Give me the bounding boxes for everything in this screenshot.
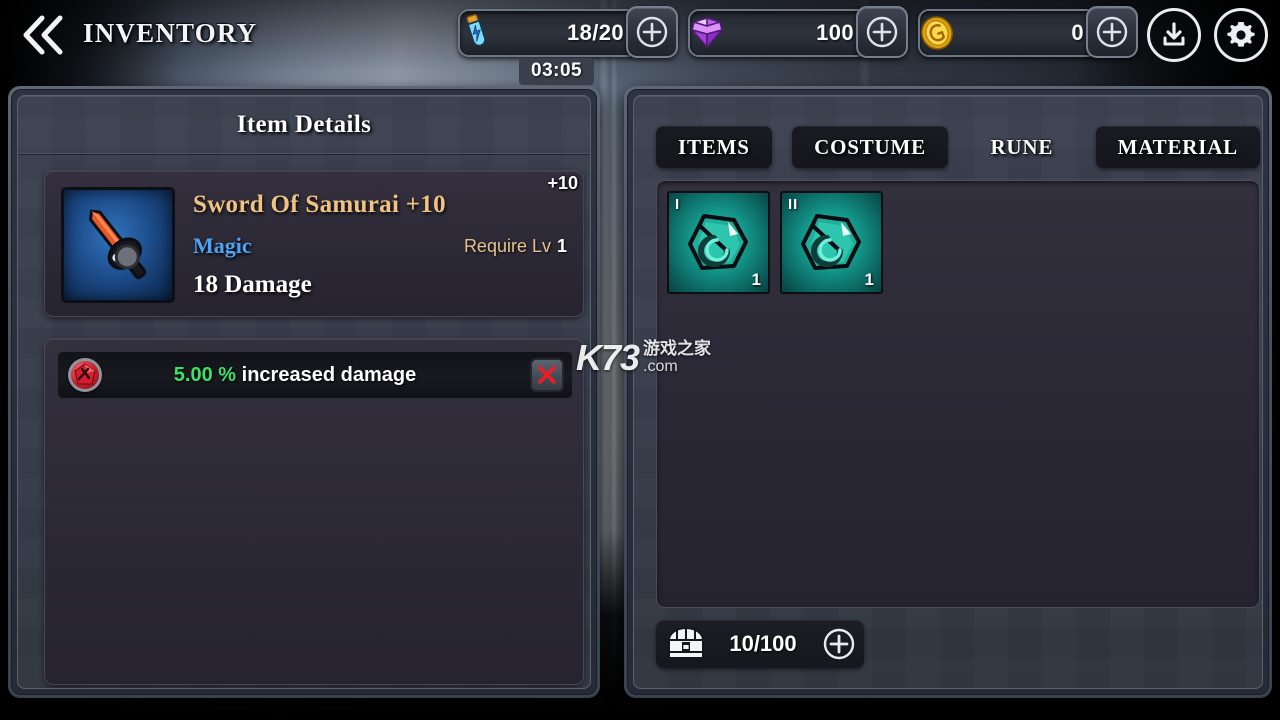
tab-rune-label: RUNE — [990, 134, 1054, 159]
tab-rune[interactable]: RUNE — [968, 126, 1075, 168]
inventory-slot[interactable]: II 1 — [780, 191, 883, 294]
inventory-slot-empty[interactable] — [1119, 417, 1222, 520]
gem-bar[interactable]: 100 — [688, 9, 868, 57]
item-rarity: Magic — [193, 233, 252, 258]
item-details-frame-mid: Item Details +10 Sword Of Samurai +10 Ma… — [11, 89, 597, 695]
gem-pill-inner: 100 — [690, 11, 866, 55]
storage-capacity-bar[interactable]: 10/100 — [656, 620, 864, 668]
tab-material[interactable]: MATERIAL — [1095, 126, 1260, 168]
inventory-frame-mid: ITEMS COSTUME RUNE MATERIAL I 1 II 1 10/… — [627, 89, 1269, 695]
storage-add-button[interactable] — [820, 625, 858, 663]
gold-add-button[interactable] — [1086, 6, 1138, 58]
item-icon — [61, 187, 175, 303]
settings-button[interactable] — [1214, 8, 1268, 62]
gear-icon — [1227, 22, 1255, 47]
require-value: 1 — [556, 236, 567, 256]
inventory-slot-empty[interactable] — [1006, 417, 1109, 520]
inventory-slot-empty[interactable] — [1232, 417, 1262, 520]
inventory-slot-empty[interactable] — [1232, 530, 1262, 633]
inventory-slot-empty[interactable] — [1006, 530, 1109, 633]
damage-rune-icon — [68, 358, 102, 392]
back-button[interactable] — [16, 10, 72, 60]
inventory-slot-empty[interactable] — [780, 417, 883, 520]
inventory-slot-empty[interactable] — [893, 191, 996, 294]
inventory-tabs: ITEMS COSTUME RUNE MATERIAL — [656, 126, 1260, 168]
inventory-slot-empty[interactable] — [780, 530, 883, 633]
item-details-panel: Item Details +10 Sword Of Samurai +10 Ma… — [8, 86, 600, 698]
item-enhance-badge: +10 — [547, 173, 578, 193]
gem-icon — [684, 10, 730, 56]
page-title: INVENTORY — [83, 18, 258, 48]
affix-row[interactable]: 5.00 % increased damage — [57, 351, 573, 399]
inventory-surface: ITEMS COSTUME RUNE MATERIAL I 1 II 1 10/… — [633, 95, 1263, 689]
treasure-chest-icon — [666, 627, 706, 661]
slot-rank: II — [788, 196, 799, 213]
inventory-slot-empty[interactable] — [1119, 304, 1222, 407]
inventory-slot-empty[interactable] — [780, 304, 883, 407]
energy-value: 18/20 — [566, 20, 624, 45]
download-button[interactable] — [1147, 8, 1201, 62]
inventory-slot-empty[interactable] — [893, 304, 996, 407]
gold-value: 0 — [1071, 20, 1084, 45]
item-name: Sword Of Samurai +10 — [193, 191, 446, 218]
tab-costume-label: COSTUME — [814, 134, 926, 159]
inventory-slot-empty[interactable] — [667, 304, 770, 407]
tab-items-label: ITEMS — [678, 134, 750, 159]
affix-remove-button[interactable] — [530, 358, 564, 392]
inventory-slot-empty[interactable] — [667, 530, 770, 633]
close-x-icon — [538, 366, 556, 384]
inventory-panel: ITEMS COSTUME RUNE MATERIAL I 1 II 1 10/… — [624, 86, 1272, 698]
energy-timer: 03:05 — [519, 58, 595, 85]
gold-pill-inner: 0 — [920, 11, 1096, 55]
item-affix-list: 5.00 % increased damage — [44, 338, 584, 685]
affix-text: 5.00 % increased damage — [58, 364, 572, 387]
inventory-slot-empty[interactable] — [1119, 530, 1222, 633]
affix-amount: 5.00 — [173, 363, 213, 386]
item-details-surface: Item Details +10 Sword Of Samurai +10 Ma… — [17, 95, 591, 689]
item-damage: 18 Damage — [193, 271, 312, 298]
item-require-level: Require Lv 1 — [464, 236, 567, 257]
game-screen: INVENTORY 18/20 03:05 100 0 Item Details… — [0, 0, 1280, 720]
item-summary-card[interactable]: +10 Sword Of Samurai +10 Magic Require L… — [44, 170, 584, 317]
top-bar: INVENTORY 18/20 03:05 100 0 — [0, 0, 1280, 85]
energy-potion-icon — [454, 10, 500, 56]
energy-bar[interactable]: 18/20 — [458, 9, 638, 57]
gold-bar[interactable]: 0 — [918, 9, 1098, 57]
inventory-slot[interactable]: I1 — [667, 191, 770, 294]
inventory-slot-empty[interactable] — [1232, 304, 1262, 407]
inventory-grid-frame: I1 II 1 — [656, 180, 1260, 608]
tab-costume[interactable]: COSTUME — [792, 126, 948, 168]
gem-value: 100 — [816, 20, 854, 45]
energy-pill-inner: 18/20 — [460, 11, 636, 55]
slot-quantity: 1 — [864, 270, 874, 289]
storage-value: 10/100 — [729, 631, 797, 656]
require-label: Require Lv — [463, 236, 551, 256]
inventory-slot-empty[interactable] — [893, 417, 996, 520]
affix-unit: % — [218, 363, 237, 386]
item-details-header: Item Details — [18, 96, 590, 154]
inventory-slot-empty[interactable] — [893, 530, 996, 633]
inventory-grid: I1 II 1 — [667, 191, 1249, 633]
tab-material-label: MATERIAL — [1117, 134, 1238, 159]
energy-add-button[interactable] — [626, 6, 678, 58]
item-details-title: Item Details — [236, 110, 372, 138]
slot-quantity: 1 — [751, 270, 761, 289]
gem-add-button[interactable] — [856, 6, 908, 58]
inventory-slot-empty[interactable] — [1006, 191, 1109, 294]
inventory-slot-empty[interactable] — [1232, 191, 1262, 294]
tab-items[interactable]: ITEMS — [656, 126, 772, 168]
sword-icon — [88, 209, 147, 280]
gold-coin-icon — [914, 10, 960, 56]
slot-rank: I — [675, 196, 681, 213]
affix-description: increased damage — [241, 363, 417, 386]
inventory-slot-empty[interactable] — [1006, 304, 1109, 407]
inventory-slot-empty[interactable] — [1119, 191, 1222, 294]
inventory-slot-empty[interactable] — [667, 417, 770, 520]
